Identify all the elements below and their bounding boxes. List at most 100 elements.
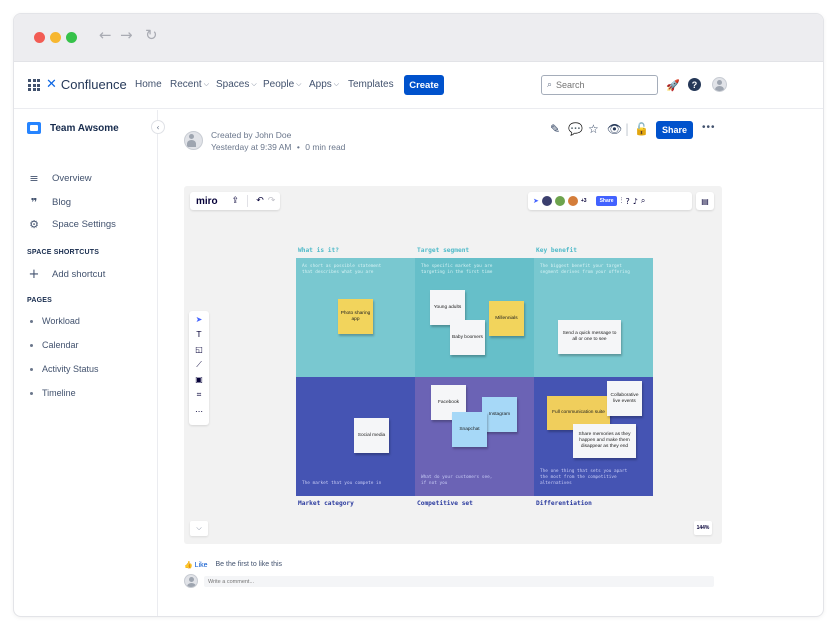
collaborator-avatar[interactable] <box>567 196 578 206</box>
minimap-toggle-icon[interactable]: ⌵ <box>190 521 208 536</box>
sidebar-item-space-settings[interactable]: ⚙ Space Settings <box>27 218 116 231</box>
nav-recent-label: Recent <box>170 79 202 90</box>
page-meta-text: Created by John Doe Yesterday at 9:39 AM… <box>211 130 346 152</box>
nav-home[interactable]: Home <box>135 79 162 90</box>
redo-icon[interactable]: ↷ <box>268 196 276 206</box>
close-window-button[interactable] <box>34 32 45 43</box>
plus-icon: + <box>28 267 40 282</box>
space-header[interactable]: Team Awsome <box>27 122 119 134</box>
help-circle-icon[interactable]: ? <box>625 197 629 206</box>
row-label: Market category <box>298 500 354 507</box>
search-input[interactable] <box>556 80 647 90</box>
confluence-logo[interactable]: ✕ Confluence <box>46 77 127 92</box>
add-shortcut-button[interactable]: + Add shortcut <box>27 267 106 282</box>
page-item-calendar[interactable]: Calendar <box>30 340 79 350</box>
help-icon[interactable]: ? <box>688 78 701 91</box>
miro-left-toolbar: ➤ T ◱ ⟋ ▣ ⌗ ⋯ <box>189 311 209 425</box>
cell-description: The market that you compete in <box>302 481 382 486</box>
miro-panel-toggle[interactable]: ▤ <box>696 192 714 210</box>
page-item-activity-status[interactable]: Activity Status <box>30 364 99 374</box>
sticky-note[interactable]: Send a quick message to all or one to se… <box>558 320 621 354</box>
more-actions-icon[interactable]: ••• <box>702 122 716 133</box>
page-item-label: Activity Status <box>42 364 99 374</box>
nav-home-label: Home <box>135 79 162 90</box>
sticky-note[interactable]: Social media <box>354 418 389 453</box>
comment-input[interactable] <box>204 576 714 587</box>
star-icon[interactable]: ☆ <box>588 122 599 136</box>
zoom-level[interactable]: 144% <box>694 521 712 535</box>
reload-icon[interactable]: ↻ <box>145 26 158 44</box>
settings-sliders-icon[interactable]: ⫶ <box>620 196 622 206</box>
logo-text: Confluence <box>60 77 127 92</box>
edit-pencil-icon[interactable]: ✎ <box>550 122 560 136</box>
frame-icon[interactable]: ⌗ <box>189 390 209 400</box>
app-switcher-icon[interactable] <box>28 79 40 91</box>
browser-titlebar: ← → ↻ <box>14 14 823 62</box>
sticky-note[interactable]: Snapchat <box>452 412 487 447</box>
search-box[interactable]: ⌕ <box>541 75 658 95</box>
top-navigation: ✕ Confluence Home Recent ⌵ Spaces ⌵ People… <box>14 63 823 109</box>
space-name: Team Awsome <box>50 122 119 134</box>
nav-recent[interactable]: Recent ⌵ <box>170 79 209 90</box>
column-header: Key benefit <box>536 247 577 254</box>
sticky-note[interactable]: Instagram <box>482 397 517 432</box>
like-button[interactable]: 👍 Like <box>184 561 208 569</box>
page-item-workload[interactable]: Workload <box>30 316 80 326</box>
nav-spaces[interactable]: Spaces ⌵ <box>216 79 257 90</box>
bell-icon[interactable]: ♪ <box>633 197 638 206</box>
collaborator-avatar[interactable] <box>554 196 565 206</box>
watch-eye-icon[interactable]: 👁 <box>607 122 622 136</box>
sticky-note[interactable]: Millennials <box>489 301 524 336</box>
nav-apps[interactable]: Apps ⌵ <box>309 79 339 90</box>
collaborator-avatar[interactable] <box>541 196 552 206</box>
sidebar-item-label: Space Settings <box>52 219 116 230</box>
comment-row <box>184 574 716 588</box>
bullet-icon <box>30 367 33 371</box>
back-arrow-icon[interactable]: ← <box>99 26 112 44</box>
collapse-sidebar-icon[interactable]: ‹ <box>151 120 165 134</box>
notifications-rocket-icon[interactable]: 🚀 <box>666 79 680 92</box>
user-avatar[interactable] <box>712 77 727 92</box>
extra-users-count[interactable]: +3 <box>581 198 587 204</box>
document-icon: ▤ <box>701 196 709 206</box>
shortcuts-heading: SPACE SHORTCUTS <box>27 249 100 256</box>
positioning-canvas: What is it? Target segment Key benefit A… <box>284 244 653 507</box>
miro-logo[interactable]: miro <box>196 196 218 207</box>
sticky-note-icon[interactable]: ◱ <box>189 345 209 354</box>
minimize-window-button[interactable] <box>50 32 61 43</box>
page-item-label: Timeline <box>42 388 76 398</box>
search-icon[interactable]: ⌕ <box>641 196 645 206</box>
nav-people[interactable]: People ⌵ <box>263 79 301 90</box>
export-icon[interactable]: ⇪ <box>232 196 240 206</box>
sidebar-item-label: Overview <box>52 173 92 184</box>
more-tools-icon[interactable]: ⋯ <box>189 407 209 416</box>
share-button[interactable]: Share <box>656 121 693 139</box>
sticky-note[interactable]: Photo sharing app <box>338 299 373 334</box>
nav-people-label: People <box>263 79 295 90</box>
comment-tool-icon[interactable]: ▣ <box>189 375 209 384</box>
create-button[interactable]: Create <box>404 75 444 95</box>
sticky-note[interactable]: Share memories as they happen and make t… <box>573 424 636 458</box>
select-cursor-icon[interactable]: ➤ <box>189 315 209 324</box>
sidebar-item-overview[interactable]: ≡ Overview <box>27 172 92 185</box>
text-tool-icon[interactable]: T <box>189 330 209 339</box>
undo-icon[interactable]: ↶ <box>256 196 264 206</box>
pen-icon[interactable]: ⟋ <box>189 360 209 370</box>
quote-icon: ❞ <box>30 196 38 209</box>
sidebar-item-blog[interactable]: ❞ Blog <box>27 196 71 209</box>
sticky-note[interactable]: Collaborative live events <box>607 381 642 416</box>
cursor-follow-icon[interactable]: ➤ <box>533 197 539 205</box>
miro-share-button[interactable]: Share <box>595 196 618 206</box>
nav-templates[interactable]: Templates <box>348 79 394 90</box>
space-folder-icon <box>27 122 41 134</box>
author-avatar[interactable] <box>184 131 203 150</box>
page-item-timeline[interactable]: Timeline <box>30 388 76 398</box>
restrictions-lock-icon[interactable]: 🔓 <box>634 122 649 136</box>
created-by: Created by John Doe <box>211 130 292 140</box>
forward-arrow-icon[interactable]: → <box>120 26 133 44</box>
comment-icon[interactable]: 💬 <box>568 122 583 136</box>
maximize-window-button[interactable] <box>66 32 77 43</box>
miro-board-embed[interactable]: miro ⇪ ↶ ↷ ➤ +3 Share ⫶ ? ♪ ⌕ ▤ ➤ T ◱ ⟋ … <box>184 186 722 544</box>
add-shortcut-label: Add shortcut <box>52 269 106 280</box>
sticky-note[interactable]: Baby boomers <box>450 320 485 355</box>
